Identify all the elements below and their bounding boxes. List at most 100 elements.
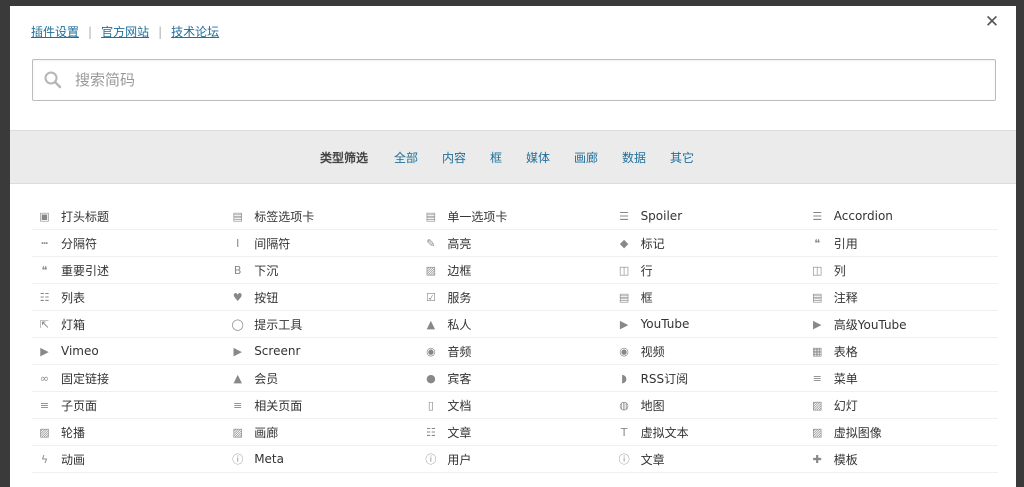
filter-box[interactable]: 框 [490,149,502,166]
text-cursor-icon: I [236,236,240,250]
filter-gallery[interactable]: 画廊 [574,149,598,166]
shortcode-item[interactable]: ⓘ 文章 [611,446,805,473]
shortcode-item[interactable]: ● 宾客 [418,365,612,392]
shortcode-item[interactable]: ▶ Vimeo [32,338,226,365]
shortcode-label: 单一选项卡 [447,209,508,224]
shortcode-item[interactable]: ◉ 视频 [611,338,805,365]
shortcode-item[interactable]: ∞ 固定链接 [32,365,226,392]
shortcode-item[interactable]: ◍ 地图 [611,392,805,419]
shortcode-grid: ▣ 打头标题 ▤ 标签选项卡 ▤ 单一选项卡 ☰ Spoiler ☰ Accordion ┅ 分隔符 I… [32,203,998,473]
shortcode-item[interactable]: ☑ 服务 [418,284,612,311]
list-icon: ☰ [619,209,629,223]
shortcode-item[interactable]: ◫ 列 [804,257,998,284]
bars-icon: ≡ [812,371,822,385]
shortcode-item[interactable]: ☰ Spoiler [611,203,805,230]
shortcode-item[interactable]: ◗ RSS订阅 [611,365,805,392]
shortcode-item[interactable]: ▦ 表格 [804,338,998,365]
shortcode-item[interactable]: B 下沉 [225,257,419,284]
search-input[interactable] [73,65,977,95]
shortcode-item[interactable]: ☷ 文章 [418,419,612,446]
shortcode-item[interactable]: ≡ 子页面 [32,392,226,419]
shortcode-label: 子页面 [61,398,98,413]
shortcode-label: 私人 [447,317,472,332]
shortcode-item[interactable]: ▤ 标签选项卡 [225,203,419,230]
shortcode-item[interactable]: ◫ 行 [611,257,805,284]
shortcode-label: 表格 [833,344,858,359]
shortcode-item[interactable]: ⓘ 用户 [418,446,612,473]
shortcode-item[interactable]: ▤ 单一选项卡 [418,203,612,230]
user-icon: ● [426,371,436,385]
image-icon: ▨ [232,425,243,439]
shortcode-label: 行 [640,263,653,278]
shortcode-item[interactable]: ▨ 虚拟图像 [804,419,998,446]
close-icon[interactable]: ✕ [982,12,1002,32]
filter-media[interactable]: 媒体 [526,149,550,166]
shortcode-item[interactable]: ⓘ Meta [225,446,419,473]
shortcode-label: 文档 [447,398,472,413]
shortcode-label: 地图 [640,398,665,413]
image-icon: ▨ [425,263,437,277]
shortcode-item[interactable]: ⇱ 灯箱 [32,311,226,338]
filter-all[interactable]: 全部 [394,149,418,166]
shortcode-item[interactable]: ▶ Screenr [225,338,419,365]
shortcode-item[interactable]: ✚ 模板 [804,446,998,473]
info-icon: ⓘ [232,453,244,466]
shortcode-label: 模板 [833,452,858,467]
shortcode-item[interactable]: ▶ 高级YouTube [804,311,998,338]
shortcode-item[interactable]: ◆ 标记 [611,230,805,257]
shortcode-item[interactable]: ♥ 按钮 [225,284,419,311]
image-icon: ▨ [812,398,823,412]
shortcode-label: 画廊 [254,425,279,440]
filter-other[interactable]: 其它 [670,149,694,166]
shortcode-label: Accordion [833,209,893,223]
link-separator: | [158,25,163,39]
top-links: 插件设置 | 官方网站 | 技术论坛 [31,23,219,40]
shortcode-item[interactable]: ▤ 框 [611,284,805,311]
shortcode-item[interactable]: ☷ 列表 [32,284,226,311]
shortcode-item[interactable]: ◯ 提示工具 [225,311,419,338]
plugin-settings-link[interactable]: 插件设置 [31,25,79,39]
official-site-link[interactable]: 官方网站 [101,25,149,39]
filter-label: 类型筛选 [319,150,368,165]
shortcode-item[interactable]: ▨ 幻灯 [804,392,998,419]
play-icon: ▶ [813,317,822,331]
shortcode-label: 服务 [447,290,472,305]
shortcode-label: 高级YouTube [833,317,907,332]
shortcode-item[interactable]: ▨ 轮播 [32,419,226,446]
shortcode-item[interactable]: ▯ 文档 [418,392,612,419]
lock-icon: ▲ [233,371,242,385]
shortcode-item[interactable]: ┅ 分隔符 [32,230,226,257]
shortcode-item[interactable]: ▣ 打头标题 [32,203,226,230]
shortcode-item[interactable]: ▨ 边框 [418,257,612,284]
rss-icon: ◗ [621,371,627,385]
shortcode-item[interactable]: ◉ 音频 [418,338,612,365]
shortcode-item[interactable]: ❝ 重要引述 [32,257,226,284]
shortcode-label: 音频 [447,344,472,359]
image-icon: ▨ [812,425,823,439]
globe-icon: ◍ [619,398,629,412]
shortcode-item[interactable]: ▨ 画廊 [225,419,419,446]
forum-link[interactable]: 技术论坛 [171,25,219,39]
shortcode-label: 高亮 [447,236,472,251]
th-list-icon: ☷ [425,425,436,439]
shortcode-item[interactable]: ≡ 菜单 [804,365,998,392]
shortcode-label: Screenr [254,344,301,358]
list-alt-icon: ▤ [812,290,823,304]
shortcode-item[interactable]: I 间隔符 [225,230,419,257]
shortcode-item[interactable]: ❝ 引用 [804,230,998,257]
filter-data[interactable]: 数据 [622,149,646,166]
shortcode-item[interactable]: ϟ 动画 [32,446,226,473]
filter-content[interactable]: 内容 [442,149,466,166]
shortcode-item[interactable]: ▶ YouTube [611,311,805,338]
shortcode-item[interactable]: ▤ 注释 [804,284,998,311]
shortcode-item[interactable]: ≡ 相关页面 [225,392,419,419]
file-icon: ▯ [427,398,434,412]
shortcode-item[interactable]: ✎ 高亮 [418,230,612,257]
shortcode-label: 框 [640,290,653,305]
shortcode-item[interactable]: ▲ 会员 [225,365,419,392]
shortcode-item[interactable]: ☰ Accordion [804,203,998,230]
shortcode-label: 注释 [833,290,858,305]
shortcode-item[interactable]: T 虚拟文本 [611,419,805,446]
shortcode-item[interactable]: ▲ 私人 [418,311,612,338]
shortcode-label: 按钮 [254,290,279,305]
